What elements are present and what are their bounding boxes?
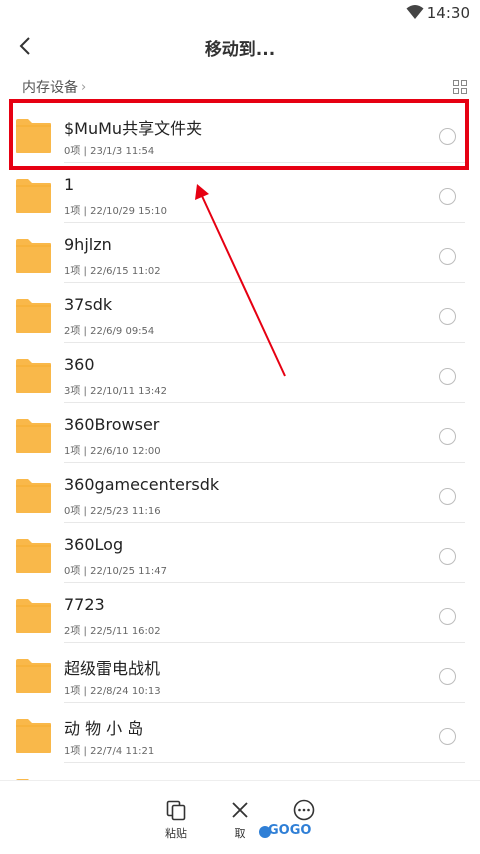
cancel-button[interactable]: 取 [218, 799, 262, 841]
list-item[interactable]: 1 1项 | 22/10/29 15:10 [0, 163, 480, 223]
watermark-text: GOGO [268, 823, 312, 838]
radio-icon[interactable] [439, 248, 456, 265]
item-meta: 2项 | 22/5/11 16:02 [64, 626, 161, 637]
close-icon [232, 802, 248, 818]
item-meta: 1项 | 22/8/24 10:13 [64, 686, 161, 697]
folder-icon [16, 419, 51, 453]
item-name: 1 [64, 175, 75, 194]
item-name: 360Log [64, 535, 124, 554]
cancel-label: 取 [234, 827, 246, 840]
page-title: 移动到... [204, 40, 276, 60]
folder-icon [16, 479, 51, 513]
item-meta: 0项 | 22/5/23 11:16 [64, 506, 161, 517]
bottom-action-bar: 粘贴 取 [0, 780, 480, 854]
item-name: 360Browser [64, 415, 160, 434]
item-name: 360gamecentersdk [64, 475, 220, 494]
list-item[interactable]: 360gamecentersdk 0项 | 22/5/23 11:16 [0, 463, 480, 523]
radio-icon[interactable] [439, 368, 456, 385]
watermark-logo: GOGO [258, 820, 338, 844]
folder-icon [16, 359, 51, 393]
folder-icon [16, 299, 51, 333]
radio-icon[interactable] [439, 548, 456, 565]
status-bar: 14:30 [0, 0, 480, 26]
paste-label: 粘贴 [165, 827, 187, 840]
grid-view-icon[interactable] [453, 80, 467, 94]
item-name: 超级雷电战机 [64, 659, 161, 678]
folder-icon [16, 659, 51, 693]
radio-icon[interactable] [439, 308, 456, 325]
radio-icon[interactable] [439, 188, 456, 205]
paste-button[interactable]: 粘贴 [154, 799, 198, 841]
highlight-box [9, 99, 469, 170]
status-time: 14:30 [426, 4, 470, 22]
item-meta: 1项 | 22/6/10 12:00 [64, 446, 161, 457]
chevron-right-icon: › [81, 79, 87, 95]
list-item[interactable]: 37sdk 2项 | 22/6/9 09:54 [0, 283, 480, 343]
radio-icon[interactable] [439, 428, 456, 445]
list-item[interactable]: 超级雷电战机 1项 | 22/8/24 10:13 [0, 643, 480, 703]
item-name: 9hjlzn [64, 235, 112, 254]
list-item[interactable]: 360Browser 1项 | 22/6/10 12:00 [0, 403, 480, 463]
item-meta: 0项 | 22/10/25 11:47 [64, 566, 167, 577]
radio-icon[interactable] [439, 728, 456, 745]
paste-icon [166, 800, 186, 821]
list-item[interactable]: 360Log 0项 | 22/10/25 11:47 [0, 523, 480, 583]
item-name: 37sdk [64, 295, 113, 314]
list-item[interactable]: 动 物 小 岛 1项 | 22/7/4 11:21 [0, 703, 480, 763]
folder-icon [16, 599, 51, 633]
radio-icon[interactable] [439, 488, 456, 505]
folder-icon [16, 719, 51, 753]
title-bar: 移动到... [0, 26, 480, 66]
item-name: 7723 [64, 595, 105, 614]
item-meta: 2项 | 22/6/9 09:54 [64, 326, 155, 337]
list-item[interactable]: 7723 2项 | 22/5/11 16:02 [0, 583, 480, 643]
item-meta: 1项 | 22/10/29 15:10 [64, 206, 167, 217]
radio-icon[interactable] [439, 668, 456, 685]
list-item[interactable] [0, 763, 480, 780]
item-name: 动 物 小 岛 [64, 719, 144, 738]
list-item[interactable]: 9hjlzn 1项 | 22/6/15 11:02 [0, 223, 480, 283]
item-name: 360 [64, 355, 95, 374]
breadcrumb-label: 内存设备 [22, 80, 78, 96]
item-meta: 1项 | 22/6/15 11:02 [64, 266, 161, 277]
list-item[interactable]: 360 3项 | 22/10/11 13:42 [0, 343, 480, 403]
folder-icon [16, 239, 51, 273]
item-meta: 3项 | 22/10/11 13:42 [64, 386, 167, 397]
folder-icon [16, 179, 51, 213]
more-icon [293, 799, 315, 821]
folder-icon [16, 539, 51, 573]
item-meta: 1项 | 22/7/4 11:21 [64, 746, 155, 757]
wifi-icon [406, 5, 424, 19]
radio-icon[interactable] [439, 608, 456, 625]
breadcrumb[interactable]: 内存设备 › [22, 77, 86, 97]
